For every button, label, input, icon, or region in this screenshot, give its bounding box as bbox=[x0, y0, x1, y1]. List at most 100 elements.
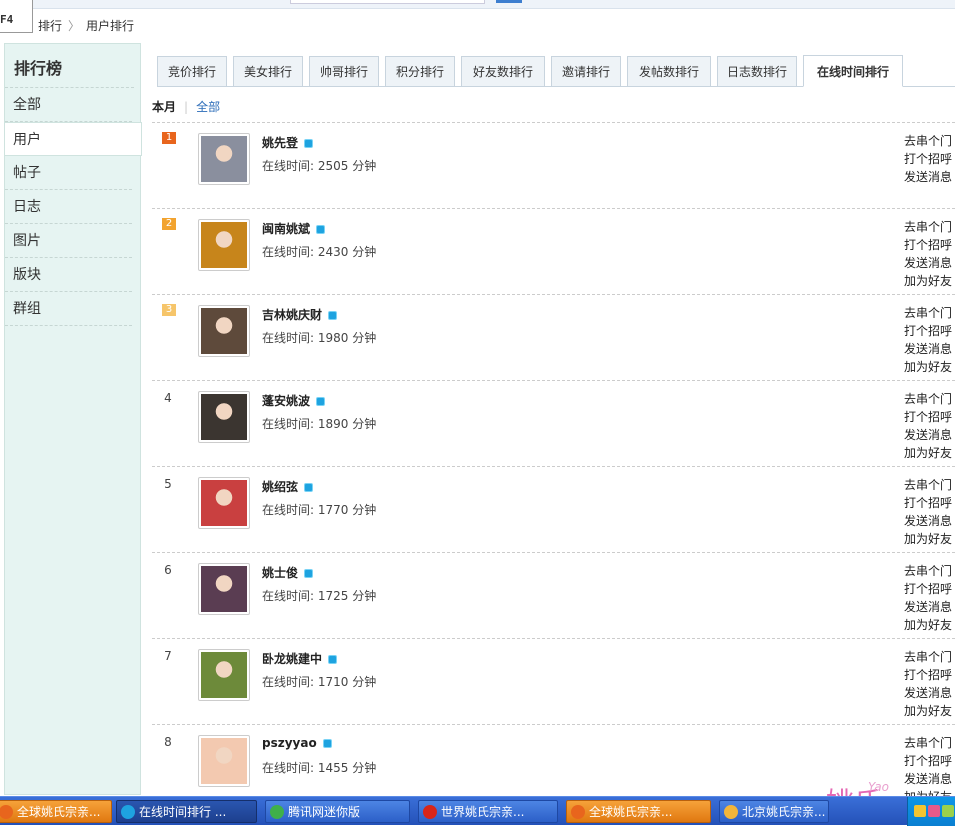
add-friend-link[interactable]: 加为好友 bbox=[904, 272, 952, 290]
user-avatar[interactable] bbox=[198, 735, 250, 787]
greet-link[interactable]: 打个招呼 bbox=[904, 322, 952, 340]
online-time-label: 在线时间: bbox=[262, 589, 318, 603]
user-name[interactable]: 卧龙姚建中 bbox=[262, 652, 322, 666]
taskbar-button[interactable]: 全球姚氏宗亲... bbox=[566, 800, 711, 823]
user-name-line[interactable]: 闽南姚斌 bbox=[262, 220, 326, 237]
online-time: 在线时间: 1890 分钟 bbox=[262, 415, 376, 432]
user-name-line[interactable]: 蓬安姚波 bbox=[262, 392, 326, 409]
user-avatar[interactable] bbox=[198, 649, 250, 701]
user-avatar[interactable] bbox=[198, 477, 250, 529]
tray-user-icon[interactable] bbox=[928, 805, 940, 817]
tab-rank[interactable]: 美女排行 bbox=[233, 56, 303, 87]
greet-link[interactable]: 打个招呼 bbox=[904, 752, 952, 770]
user-avatar[interactable] bbox=[198, 133, 250, 185]
visit-link[interactable]: 去串个门 bbox=[904, 390, 952, 408]
user-name[interactable]: 吉林姚庆财 bbox=[262, 308, 322, 322]
user-name-line[interactable]: pszyyao bbox=[262, 736, 332, 750]
user-avatar[interactable] bbox=[198, 219, 250, 271]
message-link[interactable]: 发送消息 bbox=[904, 684, 952, 702]
user-avatar[interactable] bbox=[198, 391, 250, 443]
user-row: 2 闽南姚斌 在线时间: 2430 分钟 去串个门 打个招呼 发送消息 加为好友 bbox=[152, 208, 955, 294]
rank-badge: 4 bbox=[164, 391, 172, 405]
tray-network-icon[interactable] bbox=[942, 805, 954, 817]
sidebar-item[interactable]: 帖子 bbox=[5, 156, 132, 190]
filter-all[interactable]: 全部 bbox=[196, 100, 220, 114]
sidebar-item[interactable]: 图片 bbox=[5, 224, 132, 258]
greet-link[interactable]: 打个招呼 bbox=[904, 150, 952, 168]
user-avatar[interactable] bbox=[198, 305, 250, 357]
taskbar-button[interactable]: 在线时间排行 ... bbox=[116, 800, 257, 823]
sidebar-item[interactable]: 群组 bbox=[5, 292, 132, 326]
message-link[interactable]: 发送消息 bbox=[904, 770, 952, 788]
add-friend-link[interactable]: 加为好友 bbox=[904, 702, 952, 720]
user-name[interactable]: pszyyao bbox=[262, 736, 317, 750]
taskbar-label: 全球姚氏宗亲... bbox=[17, 805, 101, 819]
online-status-icon bbox=[322, 739, 332, 748]
tab-rank[interactable]: 日志数排行 bbox=[717, 56, 797, 87]
tab-rank[interactable]: 竞价排行 bbox=[157, 56, 227, 87]
greet-link[interactable]: 打个招呼 bbox=[904, 236, 952, 254]
visit-link[interactable]: 去串个门 bbox=[904, 132, 952, 150]
tab-rank[interactable]: 邀请排行 bbox=[551, 56, 621, 87]
taskbar-button[interactable]: 腾讯网迷你版 bbox=[265, 800, 410, 823]
user-name[interactable]: 姚士俊 bbox=[262, 566, 298, 580]
user-name-line[interactable]: 吉林姚庆财 bbox=[262, 306, 338, 323]
filter-this-month[interactable]: 本月 bbox=[152, 100, 176, 114]
user-name-line[interactable]: 卧龙姚建中 bbox=[262, 650, 338, 667]
online-time-label: 在线时间: bbox=[262, 761, 318, 775]
sidebar-item[interactable]: 全部 bbox=[5, 88, 132, 122]
tab-rank[interactable]: 帅哥排行 bbox=[309, 56, 379, 87]
message-link[interactable]: 发送消息 bbox=[904, 512, 952, 530]
add-friend-link[interactable]: 加为好友 bbox=[904, 358, 952, 376]
message-link[interactable]: 发送消息 bbox=[904, 598, 952, 616]
tab-rank[interactable]: 积分排行 bbox=[385, 56, 455, 87]
sidebar-title: 排行榜 bbox=[5, 44, 134, 88]
taskbar-button[interactable]: 全球姚氏宗亲... bbox=[0, 800, 112, 823]
online-time-minutes: 2505 bbox=[317, 159, 349, 173]
online-time-minutes: 1725 bbox=[317, 589, 349, 603]
message-link[interactable]: 发送消息 bbox=[904, 426, 952, 444]
breadcrumb: 排行〉用户排行 bbox=[38, 17, 134, 34]
sidebar-item[interactable]: 日志 bbox=[5, 190, 132, 224]
greet-link[interactable]: 打个招呼 bbox=[904, 580, 952, 598]
visit-link[interactable]: 去串个门 bbox=[904, 648, 952, 666]
top-search-button[interactable] bbox=[496, 0, 522, 3]
message-link[interactable]: 发送消息 bbox=[904, 340, 952, 358]
taskbar-button[interactable]: 世界姚氏宗亲... bbox=[418, 800, 558, 823]
taskbar-label: 全球姚氏宗亲... bbox=[589, 805, 673, 819]
tab-rank[interactable]: 在线时间排行 bbox=[803, 55, 903, 87]
message-link[interactable]: 发送消息 bbox=[904, 254, 952, 272]
avatar-image bbox=[201, 652, 247, 698]
message-link[interactable]: 发送消息 bbox=[904, 168, 952, 186]
system-tray[interactable] bbox=[907, 797, 955, 826]
user-name-line[interactable]: 姚先登 bbox=[262, 134, 314, 151]
user-name[interactable]: 姚先登 bbox=[262, 136, 298, 150]
tray-qq-icon[interactable] bbox=[914, 805, 926, 817]
add-friend-link[interactable]: 加为好友 bbox=[904, 616, 952, 634]
user-name-line[interactable]: 姚士俊 bbox=[262, 564, 314, 581]
visit-link[interactable]: 去串个门 bbox=[904, 734, 952, 752]
sidebar-item[interactable]: 用户 bbox=[5, 122, 142, 156]
tab-rank[interactable]: 发帖数排行 bbox=[627, 56, 711, 87]
visit-link[interactable]: 去串个门 bbox=[904, 476, 952, 494]
greet-link[interactable]: 打个招呼 bbox=[904, 408, 952, 426]
visit-link[interactable]: 去串个门 bbox=[904, 304, 952, 322]
user-name[interactable]: 姚绍弦 bbox=[262, 480, 298, 494]
breadcrumb-rank-link[interactable]: 排行 bbox=[38, 19, 62, 33]
user-avatar[interactable] bbox=[198, 563, 250, 615]
visit-link[interactable]: 去串个门 bbox=[904, 218, 952, 236]
add-friend-link[interactable]: 加为好友 bbox=[904, 444, 952, 462]
visit-link[interactable]: 去串个门 bbox=[904, 562, 952, 580]
rank-badge: 7 bbox=[164, 649, 172, 663]
user-name[interactable]: 蓬安姚波 bbox=[262, 394, 310, 408]
taskbar-button[interactable]: 北京姚氏宗亲... bbox=[719, 800, 829, 823]
greet-link[interactable]: 打个招呼 bbox=[904, 494, 952, 512]
add-friend-link[interactable]: 加为好友 bbox=[904, 530, 952, 548]
sidebar-item[interactable]: 版块 bbox=[5, 258, 132, 292]
online-time-unit: 分钟 bbox=[348, 159, 377, 173]
user-name-line[interactable]: 姚绍弦 bbox=[262, 478, 314, 495]
top-search-input[interactable] bbox=[290, 0, 485, 4]
greet-link[interactable]: 打个招呼 bbox=[904, 666, 952, 684]
tab-rank[interactable]: 好友数排行 bbox=[461, 56, 545, 87]
user-name[interactable]: 闽南姚斌 bbox=[262, 222, 310, 236]
